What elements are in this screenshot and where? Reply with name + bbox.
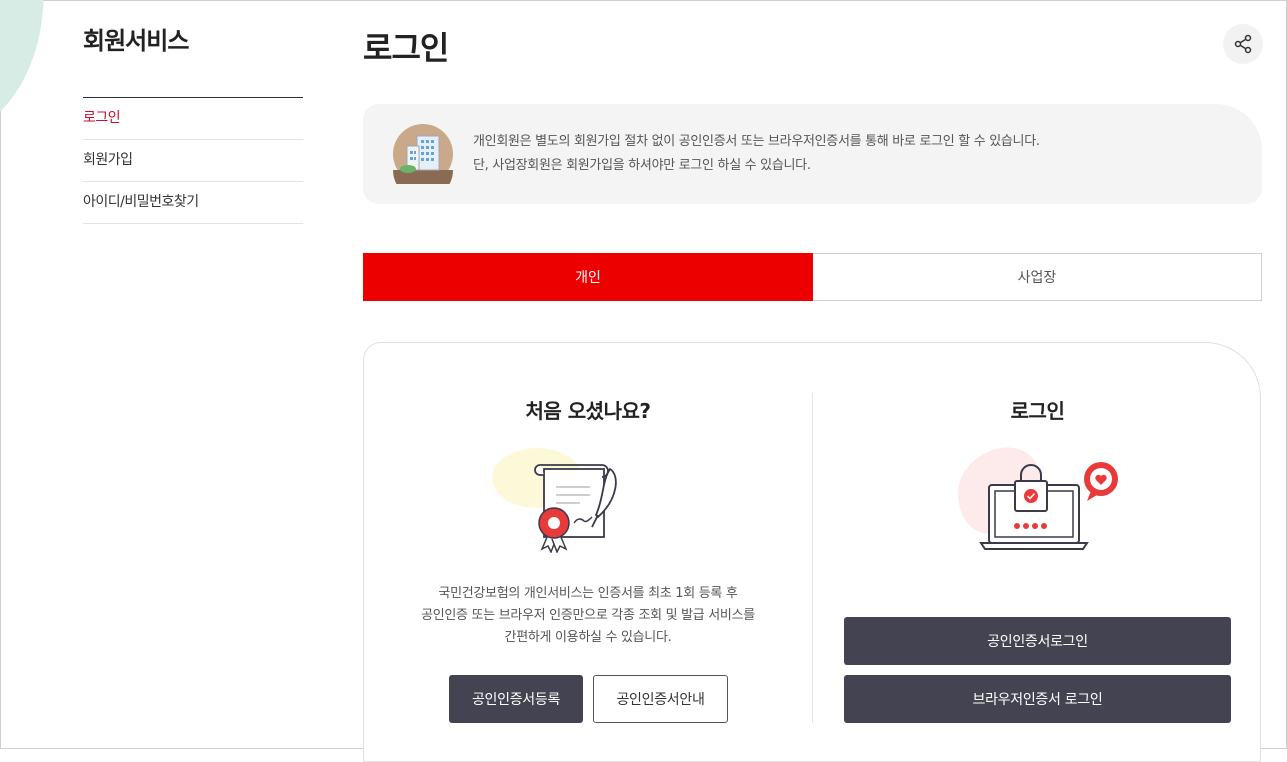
sidebar-item-find-account[interactable]: 아이디/비밀번호찾기 bbox=[83, 182, 303, 224]
page-title: 로그인 bbox=[363, 29, 449, 67]
member-type-tabs: 개인 사업장 bbox=[363, 253, 1262, 301]
building-icon bbox=[393, 124, 453, 184]
first-visit-desc-line-2: 공인인증 또는 브라우저 인증만으로 각종 조회 및 발급 서비스를 bbox=[421, 608, 755, 623]
sidebar-item-login[interactable]: 로그인 bbox=[83, 98, 303, 140]
sidebar-item-signup[interactable]: 회원가입 bbox=[83, 140, 303, 182]
login-card: 처음 오셨나요? 국민건강보험의 개인서비스는 인증서를 최초 1회 등록 후 … bbox=[363, 342, 1261, 762]
column-divider bbox=[812, 393, 813, 723]
share-button[interactable] bbox=[1223, 24, 1263, 64]
login-title: 로그인 bbox=[1010, 399, 1065, 423]
decorative-blob bbox=[0, 0, 64, 147]
certificate-icon bbox=[492, 448, 617, 553]
tab-business[interactable]: 사업장 bbox=[813, 253, 1262, 301]
notice-text: 개인회원은 별도의 회원가입 절차 없이 공인인증서 또는 브라우저인증서를 통… bbox=[473, 130, 1040, 178]
first-visit-desc-line-3: 간편하게 이용하실 수 있습니다. bbox=[504, 630, 672, 645]
certificate-login-button[interactable]: 공인인증서로그인 bbox=[844, 617, 1231, 665]
register-certificate-button[interactable]: 공인인증서등록 bbox=[449, 675, 583, 723]
sidebar-menu: 로그인 회원가입 아이디/비밀번호찾기 bbox=[83, 97, 303, 224]
sidebar-title: 회원서비스 bbox=[83, 27, 189, 55]
first-visit-description: 국민건강보험의 개인서비스는 인증서를 최초 1회 등록 후 공인인증 또는 브… bbox=[364, 583, 812, 649]
share-icon bbox=[1234, 34, 1252, 54]
notice-line-1: 개인회원은 별도의 회원가입 절차 없이 공인인증서 또는 브라우저인증서를 통… bbox=[473, 134, 1040, 149]
browser-certificate-login-button[interactable]: 브라우저인증서 로그인 bbox=[844, 675, 1231, 723]
tab-personal[interactable]: 개인 bbox=[363, 253, 813, 301]
laptop-lock-icon bbox=[957, 447, 1118, 550]
notice-box: 개인회원은 별도의 회원가입 절차 없이 공인인증서 또는 브라우저인증서를 통… bbox=[363, 104, 1262, 204]
first-visit-title: 처음 오셨나요? bbox=[525, 399, 651, 423]
certificate-guide-button[interactable]: 공인인증서안내 bbox=[593, 675, 728, 723]
first-visit-desc-line-1: 국민건강보험의 개인서비스는 인증서를 최초 1회 등록 후 bbox=[438, 586, 738, 601]
notice-line-2: 단, 사업장회원은 회원가입을 하셔야만 로그인 하실 수 있습니다. bbox=[473, 158, 811, 173]
